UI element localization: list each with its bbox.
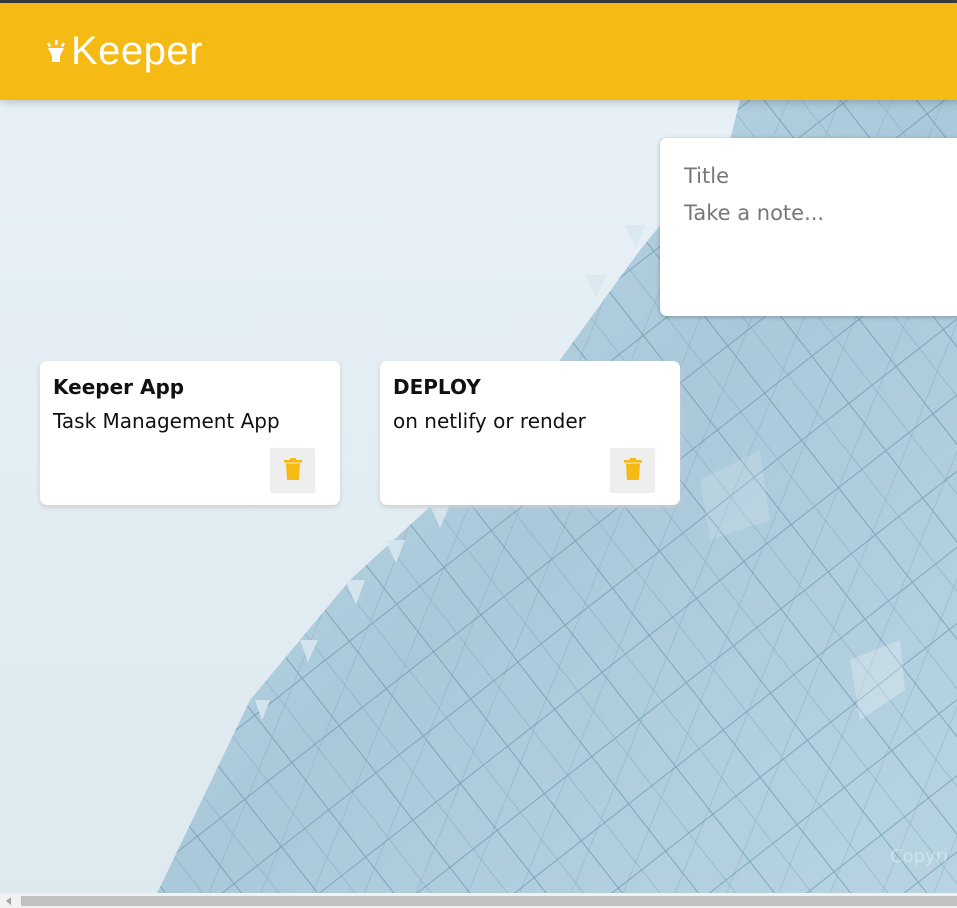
trash-icon — [623, 458, 642, 483]
note-title: Keeper App — [53, 375, 185, 399]
note-content-input[interactable] — [684, 201, 944, 291]
note-title: DEPLOY — [393, 375, 481, 399]
note-title-input[interactable] — [684, 162, 944, 190]
delete-note-button[interactable] — [610, 448, 655, 493]
note-content: on netlify or render — [393, 409, 586, 433]
app-header: Keeper — [0, 3, 957, 100]
note-card: Keeper App Task Management App — [40, 361, 340, 505]
app-title: Keeper — [71, 29, 203, 73]
horizontal-scrollbar[interactable] — [0, 893, 957, 908]
scroll-left-arrow-icon[interactable] — [0, 893, 17, 908]
trash-icon — [283, 458, 302, 483]
note-content: Task Management App — [53, 409, 280, 433]
scrollbar-thumb[interactable] — [21, 896, 957, 906]
create-note-form — [660, 138, 957, 316]
app-logo: Keeper — [44, 29, 203, 74]
lightbulb-icon — [44, 38, 68, 66]
delete-note-button[interactable] — [270, 448, 315, 493]
footer-copyright: Copyri — [890, 846, 949, 867]
note-card: DEPLOY on netlify or render — [380, 361, 680, 505]
